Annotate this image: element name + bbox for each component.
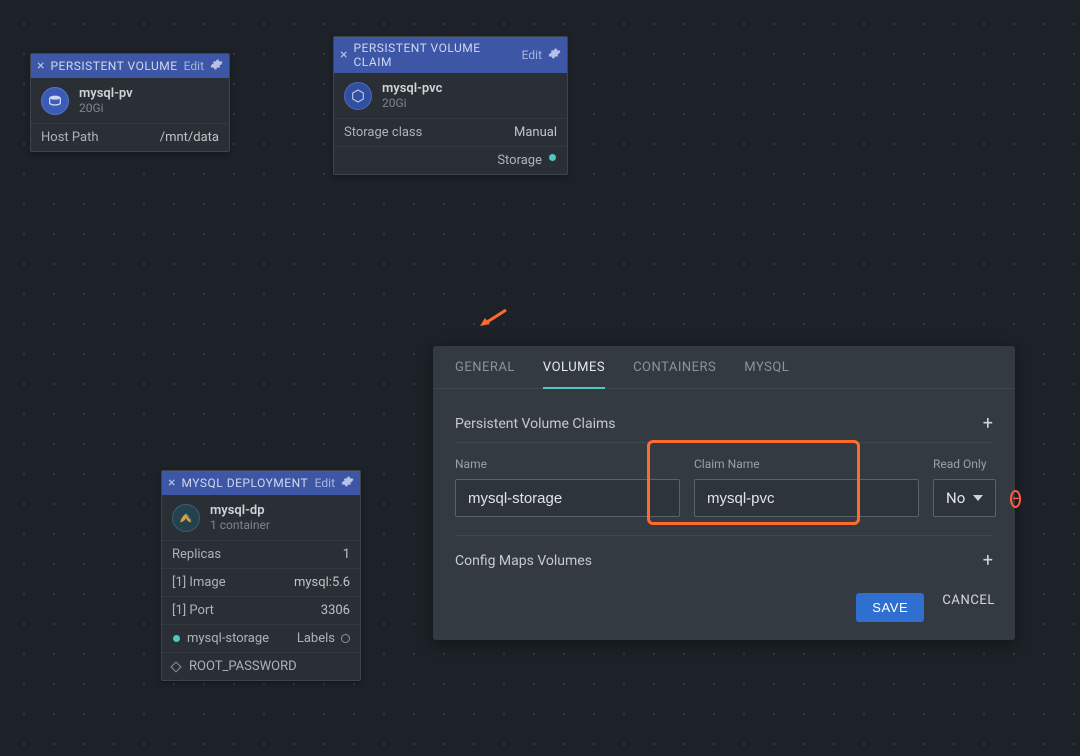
port-label: mysql-storage — [187, 631, 269, 646]
port-out-dot[interactable] — [548, 153, 557, 162]
env-var-name: ROOT_PASSWORD — [189, 659, 297, 674]
read-only-select[interactable]: No — [933, 479, 996, 517]
node-body: mysql-pvc 20Gi — [334, 73, 567, 118]
tab-mysql[interactable]: MYSQL — [744, 360, 789, 388]
plus-icon[interactable]: + — [983, 550, 993, 571]
disk-icon — [41, 87, 69, 115]
property-value: /mnt/data — [160, 130, 219, 145]
node-port-row: Storage — [334, 146, 567, 174]
node-type-label: MYSQL DEPLOYMENT — [181, 476, 308, 490]
node-persistent-volume[interactable]: × PERSISTENT VOLUME Edit mysql-pv 20Gi H… — [30, 53, 230, 152]
port-out-dot[interactable] — [341, 634, 350, 643]
tab-general[interactable]: GENERAL — [455, 360, 515, 388]
node-port-row: mysql-storage Labels — [162, 624, 360, 652]
node-header: × PERSISTENT VOLUME CLAIM Edit — [334, 37, 567, 73]
edit-link[interactable]: Edit — [315, 476, 335, 490]
property-key: Host Path — [41, 130, 99, 145]
property-value: Manual — [514, 125, 557, 140]
editor-panel: GENERAL VOLUMES CONTAINERS MYSQL Persist… — [433, 346, 1015, 640]
node-header: × PERSISTENT VOLUME Edit — [31, 54, 229, 78]
tab-containers[interactable]: CONTAINERS — [633, 360, 716, 388]
section-title: Config Maps Volumes — [455, 553, 592, 569]
node-persistent-volume-claim[interactable]: × PERSISTENT VOLUME CLAIM Edit mysql-pvc… — [333, 36, 568, 175]
property-key: [1] Image — [172, 575, 226, 590]
property-value: mysql:5.6 — [294, 575, 350, 590]
plus-icon[interactable]: + — [983, 413, 993, 434]
pvc-form-row: Name Claim Name Read Only No − — [455, 443, 993, 535]
close-icon[interactable]: × — [168, 475, 175, 491]
edit-link[interactable]: Edit — [184, 59, 204, 73]
node-body: mysql-dp 1 container — [162, 495, 360, 540]
read-only-value: No — [946, 489, 965, 507]
node-name: mysql-pv — [79, 86, 133, 101]
property-key: Replicas — [172, 547, 221, 562]
edit-link[interactable]: Edit — [522, 48, 542, 62]
section-cm-header: Config Maps Volumes + — [455, 535, 993, 579]
node-mysql-deployment[interactable]: × MYSQL DEPLOYMENT Edit mysql-dp 1 conta… — [161, 470, 361, 681]
close-icon[interactable]: × — [340, 47, 347, 63]
node-size: 20Gi — [382, 96, 442, 110]
tab-volumes[interactable]: VOLUMES — [543, 360, 605, 389]
hexagon-icon — [344, 82, 372, 110]
node-env-row: ROOT_PASSWORD — [162, 652, 360, 680]
node-property-row: [1] Image mysql:5.6 — [162, 568, 360, 596]
labels-label: Labels — [297, 631, 335, 646]
panel-tabs: GENERAL VOLUMES CONTAINERS MYSQL — [433, 346, 1015, 389]
node-type-label: PERSISTENT VOLUME — [50, 59, 177, 73]
property-value: 1 — [343, 547, 350, 562]
node-subtitle: 1 container — [210, 518, 270, 532]
read-only-label: Read Only — [933, 457, 996, 471]
property-key: [1] Port — [172, 603, 214, 618]
save-button[interactable]: SAVE — [856, 593, 924, 622]
port-label: Storage — [497, 153, 542, 168]
property-value: 3306 — [321, 603, 350, 618]
node-property-row: Replicas 1 — [162, 540, 360, 568]
gear-icon[interactable] — [210, 58, 223, 74]
name-input[interactable] — [455, 479, 680, 517]
mysql-icon — [172, 504, 200, 532]
node-property-row: Storage class Manual — [334, 118, 567, 146]
panel-body: Persistent Volume Claims + Name Claim Na… — [433, 389, 1015, 579]
claim-name-label: Claim Name — [694, 457, 919, 471]
claim-name-input[interactable] — [694, 479, 919, 517]
section-title: Persistent Volume Claims — [455, 416, 615, 432]
node-property-row: [1] Port 3306 — [162, 596, 360, 624]
node-name: mysql-dp — [210, 503, 270, 518]
name-label: Name — [455, 457, 680, 471]
gear-icon[interactable] — [341, 475, 354, 491]
panel-footer: SAVE CANCEL — [433, 579, 1015, 640]
close-icon[interactable]: × — [37, 58, 44, 74]
remove-row-button[interactable]: − — [1010, 490, 1021, 508]
gear-icon[interactable] — [548, 47, 561, 63]
annotation-arrow-icon — [478, 306, 510, 330]
diamond-icon — [170, 661, 181, 672]
cancel-button[interactable]: CANCEL — [942, 593, 995, 622]
node-property-row: Host Path /mnt/data — [31, 123, 229, 151]
chevron-down-icon — [973, 495, 983, 501]
node-size: 20Gi — [79, 101, 133, 115]
property-key: Storage class — [344, 125, 422, 140]
node-type-label: PERSISTENT VOLUME CLAIM — [353, 41, 515, 69]
port-in-dot[interactable] — [172, 634, 181, 643]
section-pvc-header: Persistent Volume Claims + — [455, 405, 993, 443]
node-name: mysql-pvc — [382, 81, 442, 96]
node-header: × MYSQL DEPLOYMENT Edit — [162, 471, 360, 495]
node-body: mysql-pv 20Gi — [31, 78, 229, 123]
